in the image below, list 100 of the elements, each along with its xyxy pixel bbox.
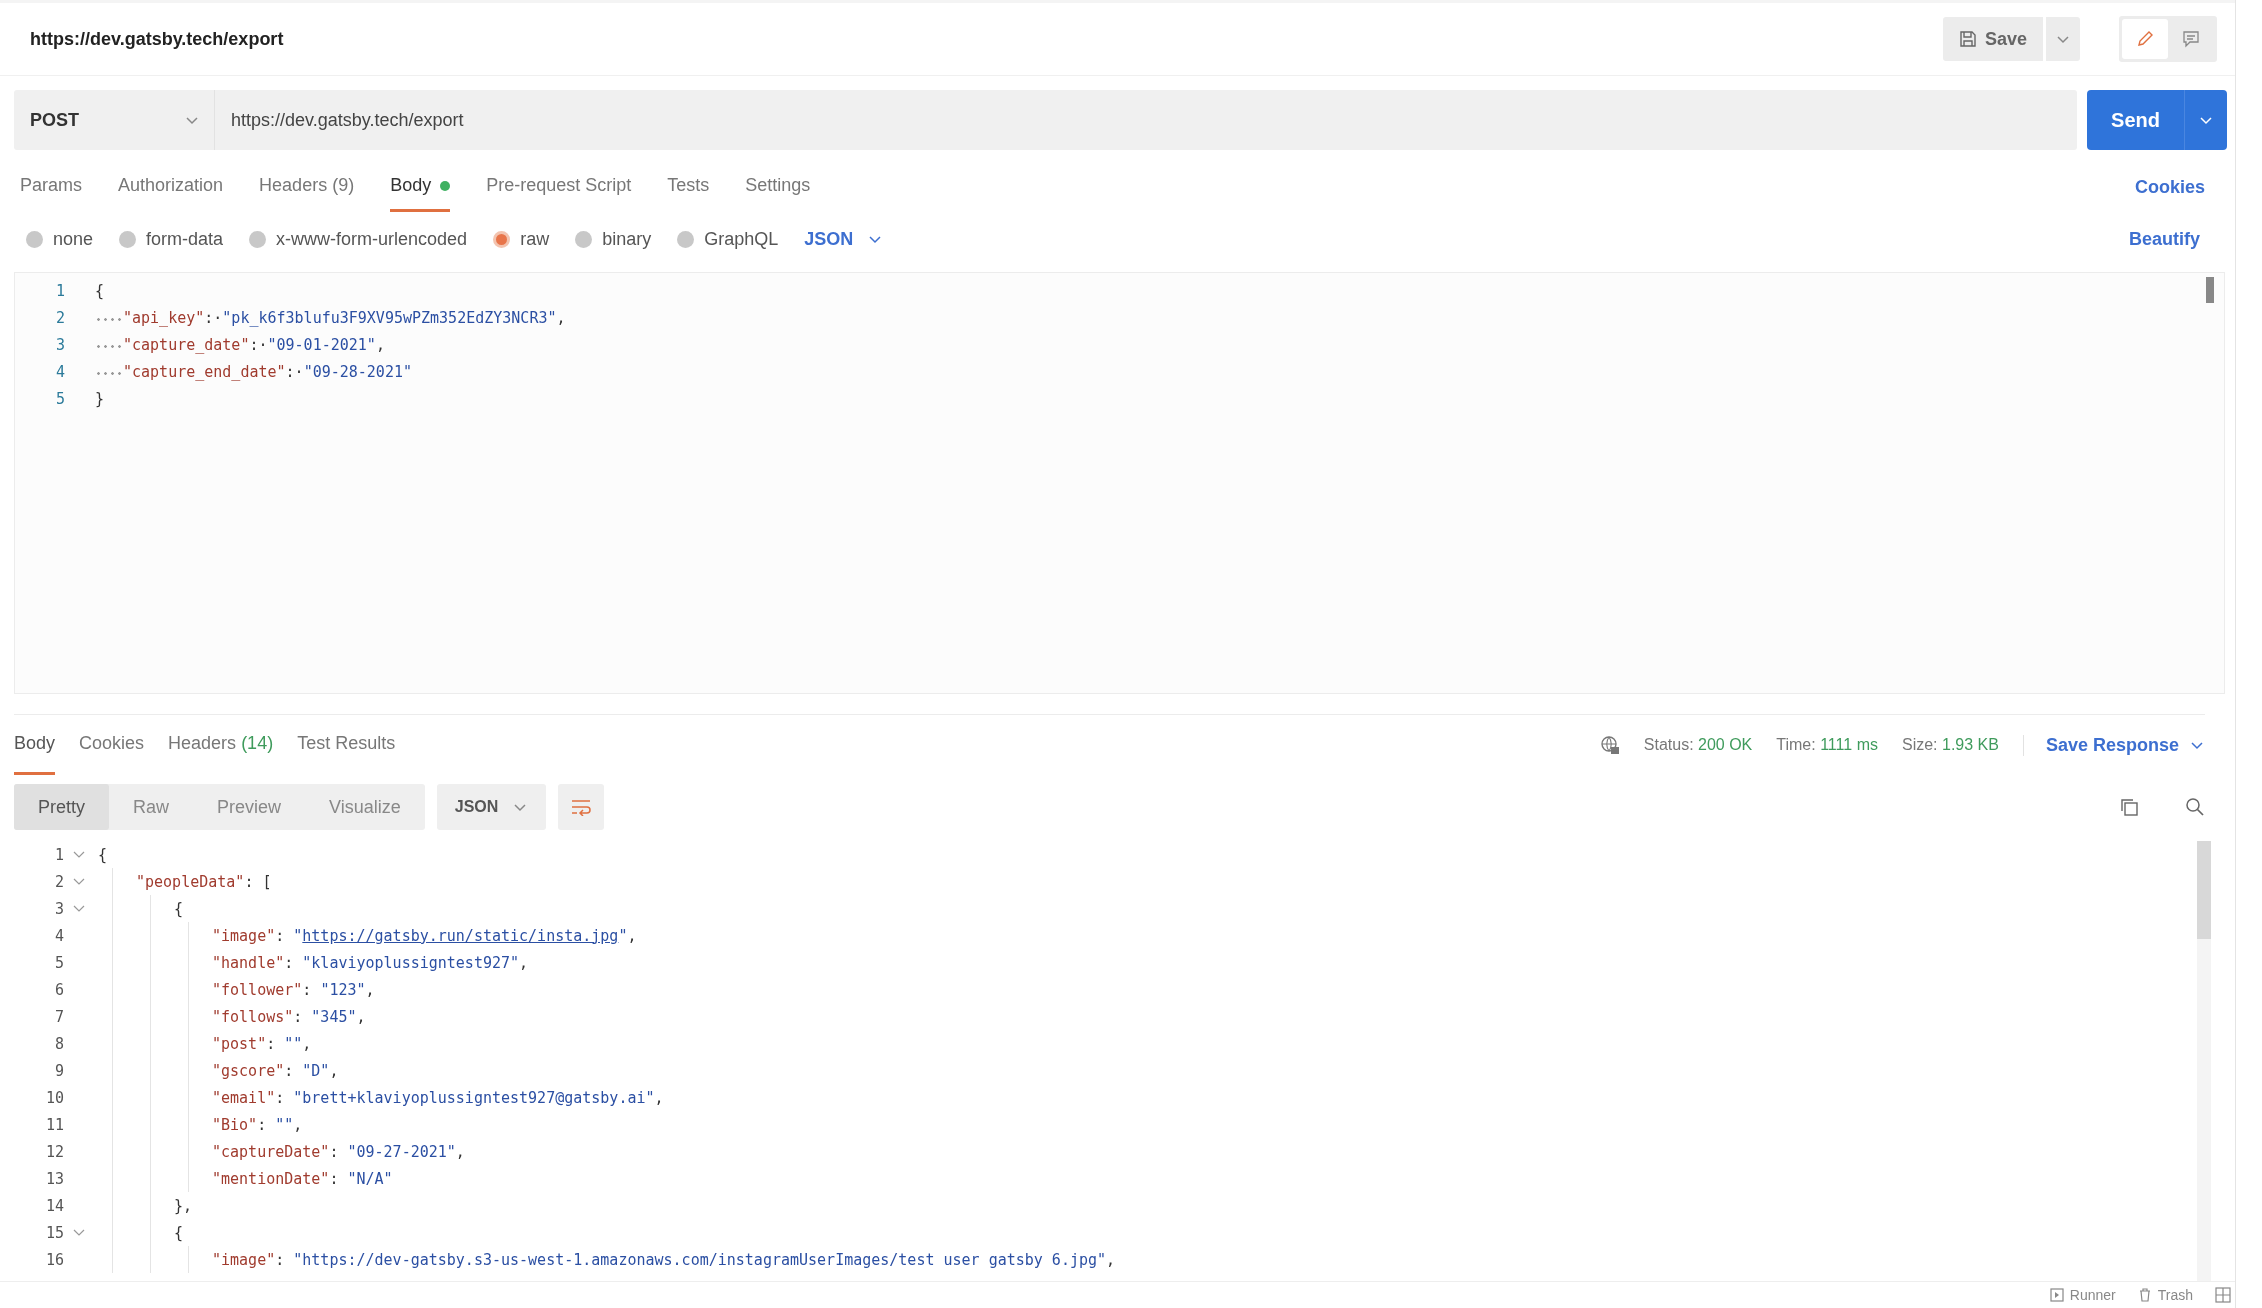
line-number: 3 [54, 335, 66, 354]
line-number: 15 [44, 1223, 65, 1242]
status-text: Status: 200 OK [1643, 736, 1753, 754]
line-number: 11 [44, 1115, 65, 1134]
scrollbar[interactable] [2206, 277, 2214, 303]
line-number: 5 [53, 953, 65, 972]
radio-label[interactable]: x-www-form-urlencoded [276, 228, 468, 250]
radio-label[interactable]: GraphQL [704, 228, 779, 250]
line-number: 10 [44, 1088, 65, 1107]
url-field[interactable]: https://dev.gatsby.tech/export [215, 90, 2077, 150]
scrollbar-thumb[interactable] [2197, 841, 2211, 939]
code-line: "capture_date":·"09-01-2021", [123, 335, 385, 354]
line-number: 4 [54, 362, 66, 381]
response-tab[interactable]: Cookies [79, 715, 145, 775]
radio-label[interactable]: raw [520, 228, 550, 250]
status-text: Time: 1111 ms [1776, 736, 1878, 754]
request-title: https://dev.gatsby.tech/export [30, 28, 285, 50]
line-number: 3 [53, 899, 65, 918]
line-number: 5 [54, 389, 66, 408]
format-dropdown[interactable]: JSON [804, 228, 884, 250]
cookies-link[interactable]: Cookies [2134, 176, 2205, 198]
wrap-lines-button[interactable] [558, 784, 605, 830]
code-line: { [95, 281, 105, 300]
code-editor[interactable]: 1 { 2 "api_key":·"pk_k6f3blufu3F9XV95wPZm352EdZY3NCR3", 3 "capture_date":·"09-01-2021", 4 "capture_end_date":·"09-28-2021" 5 } [14, 272, 2225, 694]
code-line: "capture_end_date":·"09-28-2021" [123, 362, 412, 381]
request-tab[interactable]: Settings [745, 162, 811, 212]
save-response-button[interactable]: Save Response [2022, 734, 2205, 756]
line-number: 1 [53, 845, 65, 864]
format-dropdown[interactable]: JSON [436, 784, 547, 830]
code-line: { [98, 845, 108, 864]
view-mode-tab[interactable]: Preview [193, 784, 306, 830]
method-label: POST [30, 109, 79, 131]
code-line: "api_key":·"pk_k6f3blufu3F9XV95wPZm352EdZY3NCR3", [123, 308, 566, 327]
globe-icon [1599, 735, 1620, 755]
request-tab[interactable]: Body [390, 162, 451, 212]
comment-icon [2182, 30, 2200, 48]
code-line: "follows": "345", [212, 1007, 366, 1026]
wrap-icon [570, 798, 593, 816]
request-tab[interactable]: Params [20, 162, 82, 212]
line-number: 7 [53, 1007, 65, 1026]
view-mode-tab[interactable]: Visualize [305, 784, 425, 830]
code-line: "mentionDate": "N/A" [212, 1169, 393, 1188]
request-tab[interactable]: Authorization [118, 162, 224, 212]
line-number: 1 [54, 281, 66, 300]
request-tab[interactable]: Tests [667, 162, 710, 212]
whitespace-marker [95, 345, 123, 348]
view-mode-tab[interactable]: Raw [109, 784, 194, 830]
beautify-link[interactable]: Beautify [2129, 228, 2200, 250]
code-line: } [95, 389, 105, 408]
radio-button[interactable] [26, 230, 43, 248]
line-number: 2 [54, 308, 66, 327]
trash-button[interactable]: Trash [2137, 1287, 2193, 1303]
code-line: "image": "https://dev-gatsby.s3-us-west-1.amazonaws.com/instagramUserImages/test user gatsby 6.jpg", [212, 1250, 1116, 1269]
request-tab[interactable]: Headers (9) [259, 162, 355, 212]
radio-label[interactable]: none [53, 228, 94, 250]
response-tab[interactable]: Body [14, 715, 56, 775]
radio-button[interactable] [575, 230, 593, 248]
code-line: { [174, 899, 184, 918]
runner-icon [2049, 1288, 2064, 1302]
line-number: 8 [53, 1034, 65, 1053]
save-dropdown-button[interactable] [2046, 17, 2080, 61]
code-line: "handle": "klaviyoplussigntest927", [212, 953, 529, 972]
search-icon[interactable] [2185, 797, 2205, 817]
layout-icon[interactable] [2215, 1287, 2231, 1303]
code-line: "Bio": "", [212, 1115, 303, 1134]
code-line: "follower": "123", [212, 980, 375, 999]
line-number: 13 [44, 1169, 65, 1188]
radio-button[interactable] [119, 230, 137, 248]
response-tab[interactable]: Headers (14) [168, 715, 274, 775]
save-button[interactable]: Save [1942, 17, 2043, 61]
trash-icon [2137, 1288, 2152, 1302]
code-line: "gscore": "D", [212, 1061, 339, 1080]
code-line: "post": "", [212, 1034, 312, 1053]
whitespace-marker [95, 318, 123, 321]
response-tab[interactable]: Test Results [297, 715, 396, 775]
copy-icon[interactable] [2119, 797, 2139, 817]
radio-button[interactable] [677, 230, 695, 248]
code-line: { [174, 1223, 184, 1242]
whitespace-marker [95, 372, 123, 375]
request-tab[interactable]: Pre-request Script [486, 162, 632, 212]
radio-label[interactable]: form-data [146, 228, 224, 250]
line-number: 4 [53, 926, 65, 945]
line-number: 6 [53, 980, 65, 999]
radio-label[interactable]: binary [602, 228, 652, 250]
line-number: 14 [44, 1196, 65, 1215]
runner-button[interactable]: Runner [2049, 1287, 2116, 1303]
save-icon [1958, 30, 1977, 48]
line-number: 16 [44, 1250, 65, 1269]
line-number: 2 [53, 872, 65, 891]
status-text: Size: 1.93 KB [1901, 736, 1999, 754]
radio-button[interactable] [493, 230, 511, 248]
code-line: "image": "https://gatsby.run/static/insta.jpg", [212, 926, 637, 945]
code-line: "captureDate": "09-27-2021", [212, 1142, 465, 1161]
view-mode-tab[interactable]: Pretty [14, 784, 109, 830]
pencil-icon [2136, 30, 2154, 48]
method-dropdown[interactable]: POST [14, 90, 215, 150]
edit-button[interactable] [2122, 19, 2168, 59]
code-line: "peopleData": [ [136, 872, 272, 891]
code-line: }, [174, 1196, 193, 1215]
radio-button[interactable] [249, 230, 267, 248]
